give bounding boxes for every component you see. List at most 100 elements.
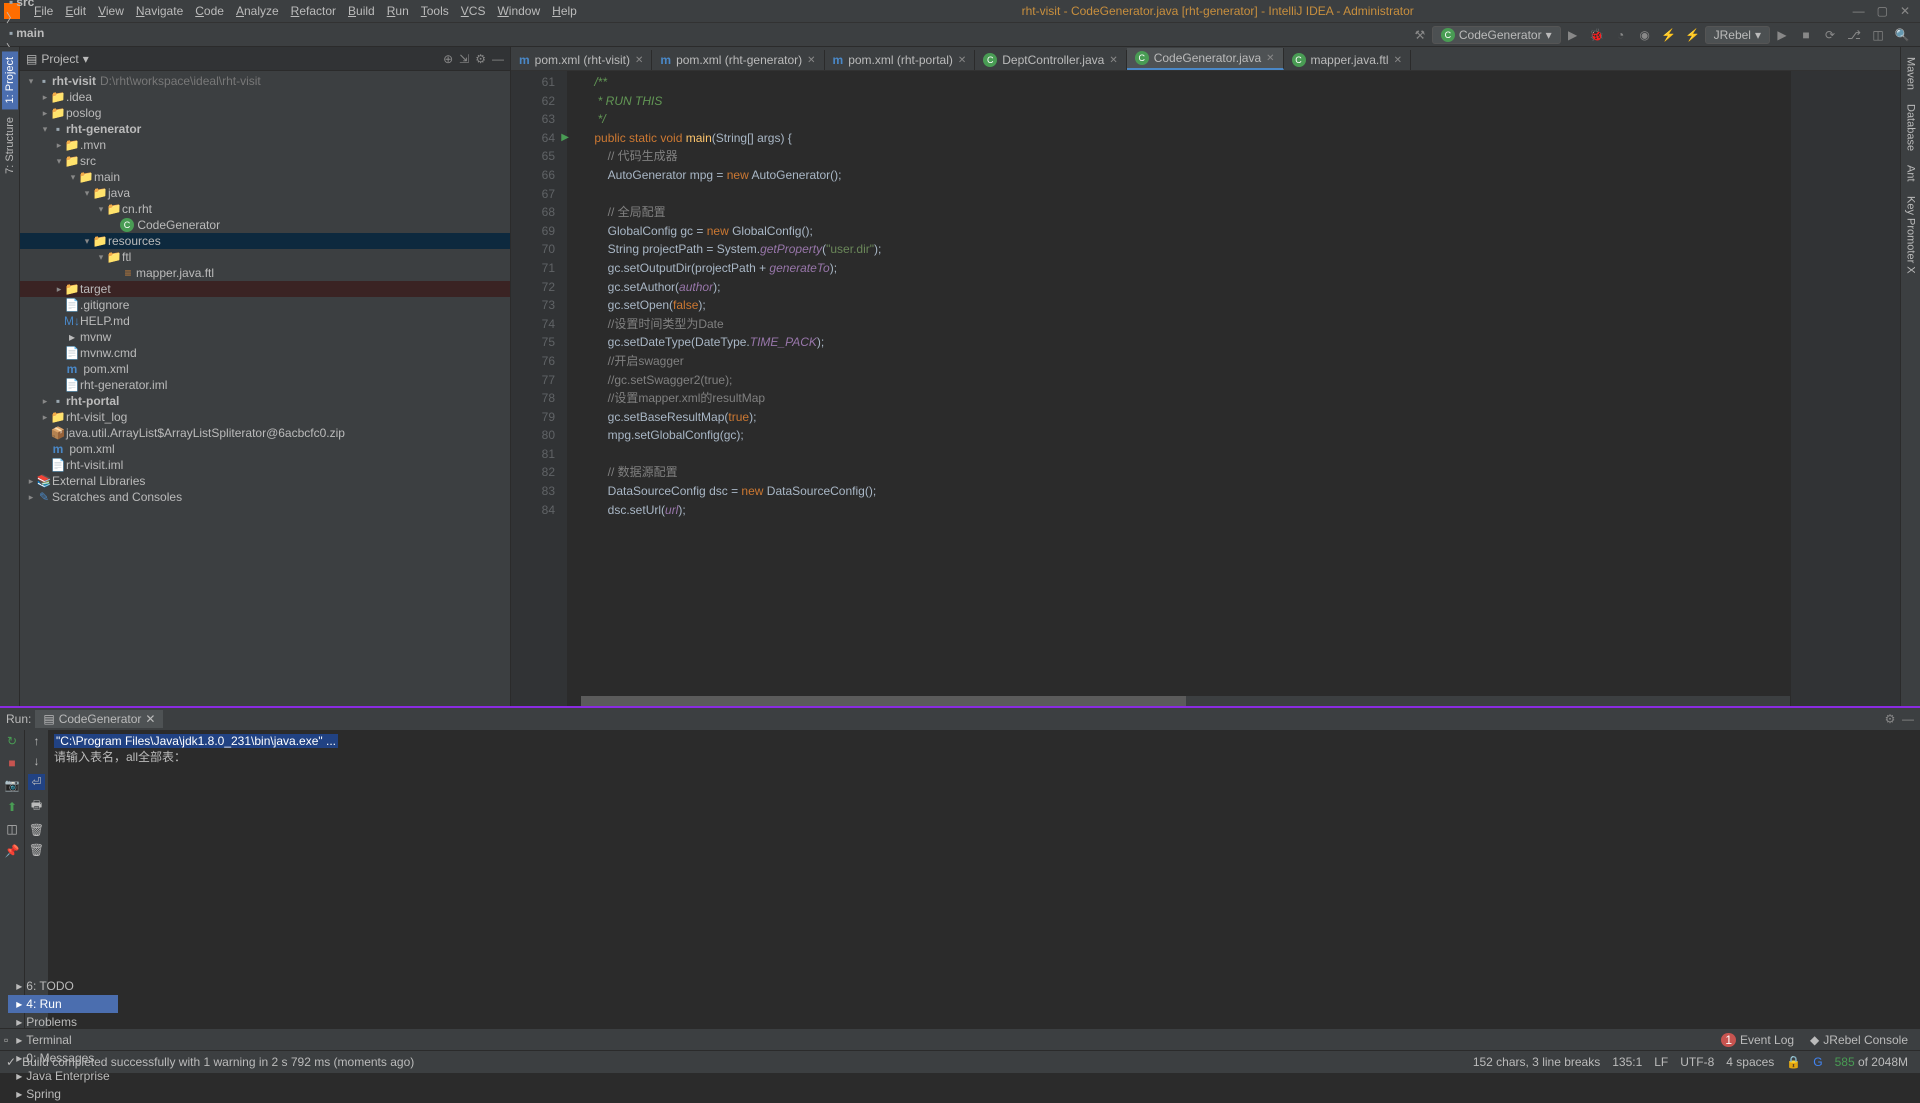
hammer-icon[interactable]: ⚒ (1411, 26, 1429, 44)
editor-tab[interactable]: Cmapper.java.ftl✕ (1284, 50, 1411, 70)
tree-item[interactable]: ▸▪rht-portal (20, 393, 510, 409)
run-tab[interactable]: ▤CodeGenerator✕ (35, 710, 163, 728)
hide-icon[interactable]: — (1902, 712, 1914, 726)
close-icon[interactable]: ✕ (145, 712, 155, 726)
tree-item[interactable]: ▾📁main (20, 169, 510, 185)
ant-tab[interactable]: Ant (1903, 159, 1919, 188)
maximize-icon[interactable]: ▢ (1877, 4, 1888, 18)
coverage-icon[interactable]: ◔ (1612, 26, 1630, 44)
tree-item-selected[interactable]: ▾📁resources (20, 233, 510, 249)
menu-window[interactable]: Window (491, 4, 546, 18)
debug-icon[interactable]: 🐞 (1588, 26, 1606, 44)
editor-tab[interactable]: CCodeGenerator.java✕ (1127, 48, 1284, 70)
tree-item[interactable]: ▸📁poslog (20, 105, 510, 121)
up-icon[interactable]: ↑ (34, 734, 40, 748)
run-config-selector[interactable]: C CodeGenerator ▾ (1432, 26, 1561, 44)
bottom-tab[interactable]: ▸Spring (8, 1085, 117, 1103)
jrebel-selector[interactable]: JRebel ▾ (1705, 26, 1770, 44)
status-icon[interactable]: ✓ (6, 1055, 16, 1069)
run-gutter-icon[interactable]: ▶ (561, 129, 569, 148)
tree-item[interactable]: m pom.xml (20, 441, 510, 457)
attach-icon[interactable]: ⚡ (1660, 26, 1678, 44)
bottom-tab[interactable]: ▸Java Enterprise (8, 1067, 117, 1085)
tree-item[interactable]: C CodeGenerator (20, 217, 510, 233)
bottom-tab[interactable]: ▸4: Run (8, 995, 117, 1013)
tree-item[interactable]: 📄mvnw.cmd (20, 345, 510, 361)
bottom-tab[interactable]: ▸Problems (8, 1013, 117, 1031)
menu-navigate[interactable]: Navigate (130, 4, 189, 18)
menu-help[interactable]: Help (546, 4, 583, 18)
editor-tab[interactable]: CDeptController.java✕ (975, 50, 1126, 70)
menu-build[interactable]: Build (342, 4, 381, 18)
tree-item[interactable]: ▾📁cn.rht (20, 201, 510, 217)
run-icon[interactable]: ▶ (1564, 26, 1582, 44)
tree-item[interactable]: 📄.gitignore (20, 297, 510, 313)
hide-icon[interactable]: — (492, 52, 504, 66)
menu-vcs[interactable]: VCS (455, 4, 492, 18)
status-memory[interactable]: 585 of 2048M (1829, 1055, 1914, 1069)
close-icon[interactable]: ✕ (958, 55, 966, 66)
tree-item[interactable]: ▸📁.mvn (20, 137, 510, 153)
maven-tab[interactable]: Maven (1903, 51, 1919, 96)
jrebel-icon[interactable]: ⬆ (7, 800, 17, 814)
tree-item[interactable]: ▾▪rht-generator (20, 121, 510, 137)
breadcrumb-item[interactable]: ▪ main (6, 26, 116, 40)
editor-body[interactable]: 61 62 63 64 65 66 67 68 69 70 71 72 73 7… (511, 71, 1900, 706)
close-icon[interactable]: ✕ (635, 55, 643, 66)
tree-item[interactable]: ▸📁.idea (20, 89, 510, 105)
close-icon[interactable]: ✕ (1900, 4, 1910, 18)
tree-item[interactable]: m pom.xml (20, 361, 510, 377)
breadcrumb-item[interactable]: ▪ src (6, 0, 116, 9)
close-icon[interactable]: ✕ (807, 55, 815, 66)
status-indent[interactable]: 4 spaces (1720, 1055, 1780, 1069)
tree-item[interactable]: 📄rht-visit.iml (20, 457, 510, 473)
clear-icon[interactable]: 🗑 (29, 823, 44, 837)
gear-icon[interactable]: ⚙ (475, 52, 486, 66)
code-content[interactable]: /** * RUN THIS */ public static void mai… (567, 71, 1790, 706)
tree-item[interactable]: ▸📁target (20, 281, 510, 297)
menu-run[interactable]: Run (381, 4, 415, 18)
stop-icon[interactable]: ■ (1797, 26, 1815, 44)
keypromoter-tab[interactable]: Key Promoter X (1903, 190, 1919, 280)
tree-item[interactable]: 📄rht-generator.iml (20, 377, 510, 393)
camera-icon[interactable]: 📷 (5, 778, 20, 792)
minimize-icon[interactable]: — (1853, 4, 1865, 18)
menu-tools[interactable]: Tools (415, 4, 455, 18)
attach2-icon[interactable]: ⚡ (1684, 26, 1702, 44)
search-icon[interactable]: 🔍 (1893, 26, 1911, 44)
git-icon[interactable]: ⎇ (1845, 26, 1863, 44)
menu-analyze[interactable]: Analyze (230, 4, 285, 18)
status-encoding[interactable]: UTF-8 (1674, 1055, 1720, 1069)
menu-refactor[interactable]: Refactor (285, 4, 342, 18)
tree-item[interactable]: ▾📁src (20, 153, 510, 169)
menu-code[interactable]: Code (189, 4, 230, 18)
tree-item[interactable]: ≡mapper.java.ftl (20, 265, 510, 281)
tree-item[interactable]: ▸📚External Libraries (20, 473, 510, 489)
tree-item[interactable]: ▾📁java (20, 185, 510, 201)
trash-icon[interactable]: 🗑 (29, 843, 44, 857)
profile-icon[interactable]: ◉ (1636, 26, 1654, 44)
close-icon[interactable]: ✕ (1266, 53, 1274, 64)
console-output[interactable]: "C:\Program Files\Java\jdk1.8.0_231\bin\… (48, 730, 1920, 1028)
structure-tab[interactable]: 7: Structure (2, 111, 18, 180)
wrap-icon[interactable]: ⏎ (28, 774, 44, 790)
lock-icon[interactable]: 🔒 (1780, 1055, 1807, 1069)
tree-item[interactable]: M↓HELP.md (20, 313, 510, 329)
tree-item[interactable]: ▸mvnw (20, 329, 510, 345)
bottom-tab[interactable]: ▸6: TODO (8, 977, 117, 995)
rerun-icon[interactable]: ↻ (7, 734, 17, 748)
tree-item[interactable]: ▸📁rht-visit_log (20, 409, 510, 425)
status-position[interactable]: 135:1 (1606, 1055, 1648, 1069)
jrebel-run-icon[interactable]: ▶ (1773, 26, 1791, 44)
editor-tab[interactable]: mpom.xml (rht-visit)✕ (511, 50, 652, 70)
project-tree[interactable]: ▾▪rht-visitD:\rht\workspace\ideal\rht-vi… (20, 71, 510, 706)
close-icon[interactable]: ✕ (1109, 55, 1117, 66)
status-line-ending[interactable]: LF (1648, 1055, 1674, 1069)
goto-icon[interactable]: G (1807, 1055, 1828, 1069)
close-icon[interactable]: ✕ (1394, 55, 1402, 66)
project-tab[interactable]: 1: Project (2, 51, 18, 109)
down-icon[interactable]: ↓ (34, 754, 40, 768)
target-icon[interactable]: ⊕ (443, 52, 453, 66)
tree-item[interactable]: 📦java.util.ArrayList$ArrayListSpliterato… (20, 425, 510, 441)
tree-root[interactable]: ▾▪rht-visitD:\rht\workspace\ideal\rht-vi… (20, 73, 510, 89)
